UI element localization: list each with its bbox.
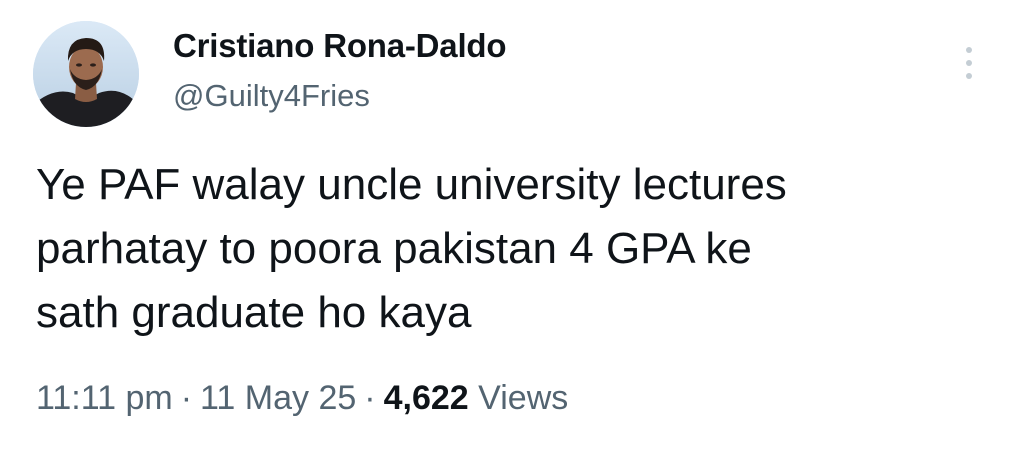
vertical-ellipsis-icon [966, 47, 972, 79]
tweet-text: Ye PAF walay uncle university lectures p… [36, 153, 986, 345]
avatar[interactable] [33, 21, 139, 127]
avatar-photo-icon [33, 21, 139, 127]
views-count[interactable]: 4,622 [384, 379, 469, 417]
tweet-time[interactable]: 11:11 pm [36, 379, 173, 417]
tweet-date[interactable]: 11 May 25 [200, 379, 356, 417]
tweet-meta: 11:11 pm · 11 May 25 · 4,622 Views [36, 379, 568, 418]
more-options-button[interactable] [955, 40, 983, 86]
author-handle[interactable]: @Guilty4Fries [173, 78, 370, 114]
meta-separator: · [180, 379, 193, 417]
tweet-text-line: sath graduate ho kaya [36, 288, 472, 337]
tweet-text-line: Ye PAF walay uncle university lectures [36, 160, 787, 209]
author-display-name[interactable]: Cristiano Rona-Daldo [173, 27, 507, 65]
tweet-text-line: parhatay to poora pakistan 4 GPA ke [36, 224, 752, 273]
views-label[interactable]: Views [478, 379, 568, 417]
meta-separator: · [364, 379, 376, 417]
tweet-card: Cristiano Rona-Daldo @Guilty4Fries Ye PA… [0, 0, 1024, 451]
